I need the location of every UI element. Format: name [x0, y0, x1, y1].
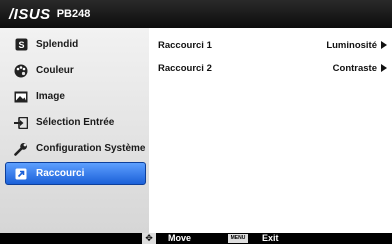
sidebar-item-label: Raccourci	[36, 168, 85, 179]
arrow-right-icon	[381, 41, 387, 49]
shortcut-1-value: Luminosité	[326, 39, 377, 51]
sidebar-item-label: Sélection Entrée	[36, 117, 115, 128]
osd-header: /ISUS PB248	[0, 0, 392, 28]
sidebar-item-raccourci[interactable]: Raccourci	[5, 162, 146, 185]
sidebar-item-splendid[interactable]: S Splendid	[5, 33, 146, 56]
sidebar: S Splendid Couleur Image Sélection Entré…	[0, 28, 149, 233]
model-name: PB248	[56, 8, 91, 20]
input-icon	[14, 116, 28, 130]
sidebar-item-selection-entree[interactable]: Sélection Entrée	[5, 111, 146, 134]
sidebar-item-configuration-systeme[interactable]: Configuration Système	[5, 137, 146, 160]
image-icon	[14, 90, 28, 104]
key-hint-bar: ✥ Move MENU Exit	[0, 233, 392, 244]
brand-logo: /ISUS	[9, 5, 51, 23]
move-hint: Move	[168, 233, 192, 243]
sidebar-item-label: Image	[36, 91, 65, 102]
splendid-icon: S	[14, 38, 28, 52]
shortcut-2-value: Contraste	[332, 62, 377, 74]
shortcut-1-label: Raccourci 1	[158, 39, 212, 51]
navigation-icon: ✥	[142, 233, 156, 244]
svg-text:S: S	[18, 40, 24, 50]
menu-key-icon: MENU	[228, 234, 248, 243]
exit-hint: Exit	[262, 233, 279, 243]
sidebar-item-label: Couleur	[36, 65, 74, 76]
shortcut-2-row[interactable]: Raccourci 2 Contraste	[158, 61, 387, 75]
arrow-right-icon	[381, 64, 387, 72]
palette-icon	[14, 64, 28, 78]
sidebar-item-label: Configuration Système	[36, 143, 146, 154]
settings-panel: Raccourci 1 Luminosité Raccourci 2 Contr…	[149, 28, 392, 233]
sidebar-item-couleur[interactable]: Couleur	[5, 59, 146, 82]
osd-menu: /ISUS PB248 S Splendid Couleur Image Sél…	[0, 0, 392, 244]
sidebar-item-label: Splendid	[36, 39, 79, 50]
wrench-icon	[14, 142, 28, 156]
sidebar-item-image[interactable]: Image	[5, 85, 146, 108]
shortcut-1-row[interactable]: Raccourci 1 Luminosité	[158, 38, 387, 52]
shortcut-icon	[14, 167, 28, 181]
shortcut-2-label: Raccourci 2	[158, 62, 212, 74]
